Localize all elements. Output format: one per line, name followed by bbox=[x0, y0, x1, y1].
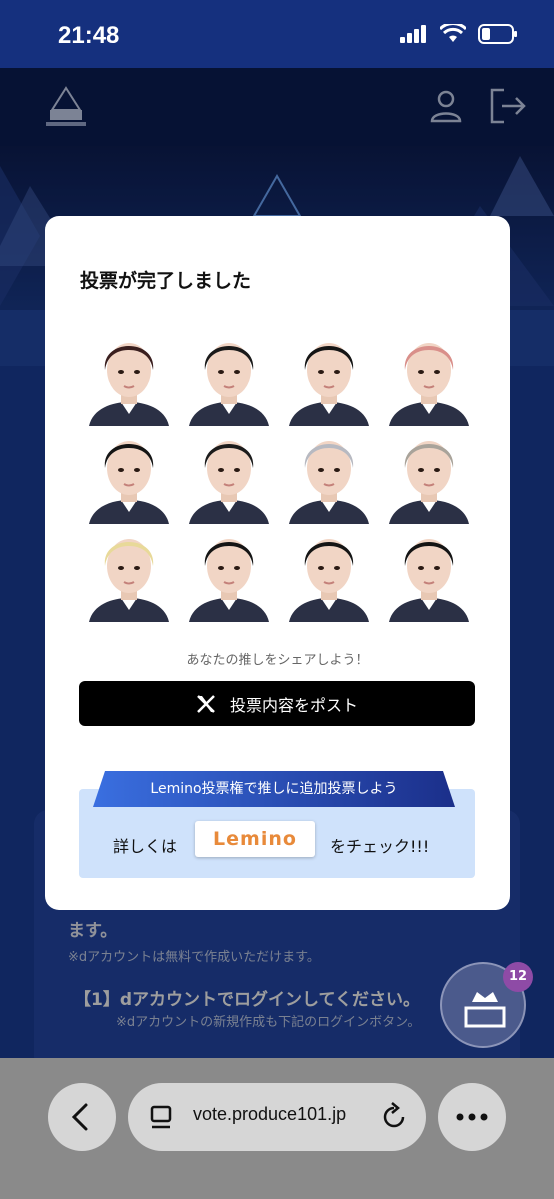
promo-detail-suffix: をチェック!!! bbox=[330, 837, 430, 856]
trainee-photo bbox=[79, 426, 179, 524]
trainee-photo bbox=[179, 426, 279, 524]
status-time: 21:48 bbox=[58, 22, 120, 49]
trainee-photo bbox=[379, 426, 479, 524]
trainee-grid bbox=[79, 328, 479, 622]
trainee-photo bbox=[279, 426, 379, 524]
reload-icon bbox=[383, 1102, 405, 1128]
status-bar: 21:48 bbox=[0, 0, 554, 68]
post-to-x-button[interactable]: 投票内容をポスト bbox=[79, 681, 475, 726]
wifi-icon bbox=[440, 24, 466, 42]
vote-count-badge: 12 bbox=[503, 962, 533, 992]
trainee-photo bbox=[379, 524, 479, 622]
trainee-photo bbox=[379, 328, 479, 426]
trainee-photo bbox=[279, 524, 379, 622]
lemino-button[interactable]: Lemino bbox=[195, 821, 315, 857]
promo-detail-prefix: 詳しくは bbox=[113, 837, 178, 856]
trainee-photo bbox=[179, 328, 279, 426]
trainee-photo bbox=[279, 328, 379, 426]
back-button[interactable] bbox=[48, 1083, 116, 1151]
trainee-photo bbox=[79, 328, 179, 426]
battery-icon bbox=[478, 24, 517, 44]
share-prompt: あなたの推しをシェアしよう！ bbox=[186, 653, 369, 668]
trainee-photo bbox=[79, 524, 179, 622]
more-dots-icon bbox=[456, 1113, 488, 1121]
modal-title: 投票が完了しました bbox=[80, 270, 252, 292]
url-text: vote.produce101.jp bbox=[193, 1104, 347, 1124]
signal-icon bbox=[400, 25, 426, 43]
page-menu-icon bbox=[150, 1105, 172, 1129]
status-icons bbox=[400, 24, 518, 44]
promo-ribbon-text: Lemino投票権で推しに追加投票しよう bbox=[150, 781, 398, 797]
trainee-photo bbox=[179, 524, 279, 622]
vote-complete-modal: 投票が完了しました あなたの推しをシェアしよう！ 投票内容をポスト Lemino… bbox=[45, 216, 510, 910]
x-logo-icon bbox=[197, 694, 215, 713]
chevron-left-icon bbox=[71, 1103, 88, 1131]
post-button-label: 投票内容をポスト bbox=[229, 695, 358, 715]
more-button[interactable] bbox=[438, 1083, 506, 1151]
